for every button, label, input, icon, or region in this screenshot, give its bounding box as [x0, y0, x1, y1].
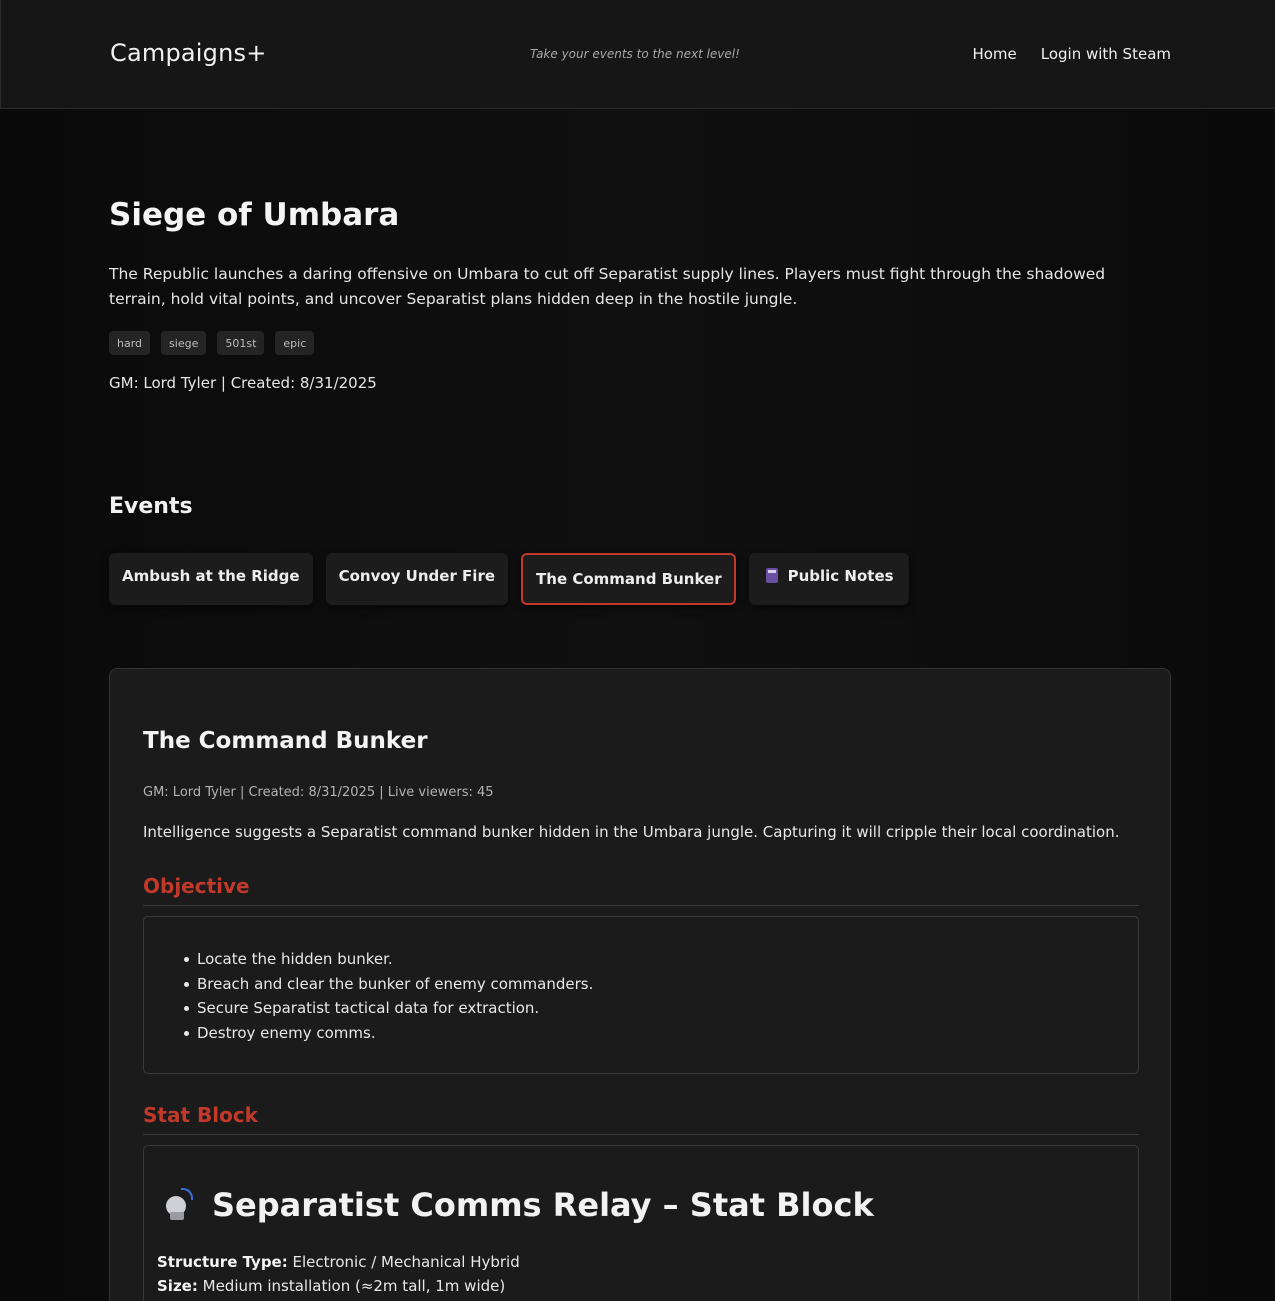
top-bar: Campaigns+ Take your events to the next …: [0, 0, 1275, 109]
objective-item: Locate the hidden bunker.: [183, 947, 593, 972]
objective-box: Locate the hidden bunker. Breach and cle…: [143, 916, 1139, 1074]
objective-item: Destroy enemy comms.: [183, 1021, 593, 1046]
event-meta: GM: Lord Tyler | Created: 8/31/2025 | Li…: [143, 785, 494, 800]
structure-type-value: Electronic / Mechanical Hybrid: [287, 1253, 520, 1271]
structure-type-label: Structure Type:: [157, 1253, 288, 1271]
tab-public-notes[interactable]: Public Notes: [748, 553, 909, 605]
tab-ambush-at-the-ridge[interactable]: Ambush at the Ridge: [109, 553, 313, 605]
campaign-tags: hard siege 501st epic: [109, 331, 315, 355]
objective-item: Secure Separatist tactical data for extr…: [183, 996, 593, 1021]
event-title: The Command Bunker: [143, 728, 428, 754]
size-value: Medium installation (≈2m tall, 1m wide): [197, 1277, 506, 1295]
tag-badge: 501st: [217, 331, 265, 355]
events-heading: Events: [109, 494, 193, 519]
event-detail-card: The Command Bunker GM: Lord Tyler | Crea…: [109, 668, 1171, 1301]
tag-badge: hard: [109, 331, 151, 355]
main-nav: Home Login with Steam: [972, 45, 1171, 63]
tab-label: The Command Bunker: [536, 570, 722, 588]
event-tabs: Ambush at the Ridge Convoy Under Fire Th…: [109, 553, 909, 605]
statblock-title: Separatist Comms Relay – Stat Block: [212, 1186, 874, 1224]
tab-label: Public Notes: [787, 567, 894, 585]
tagline: Take your events to the next level!: [530, 47, 740, 61]
objective-heading: Objective: [143, 874, 1139, 906]
notebook-icon: [765, 568, 778, 583]
structure-type-line: Structure Type: Electronic / Mechanical …: [157, 1253, 520, 1271]
campaign-title: Siege of Umbara: [109, 197, 400, 233]
campaign-meta: GM: Lord Tyler | Created: 8/31/2025: [109, 374, 377, 392]
statblock-title-row: Separatist Comms Relay – Stat Block: [162, 1186, 874, 1224]
size-line: Size: Medium installation (≈2m tall, 1m …: [157, 1277, 505, 1295]
event-description: Intelligence suggests a Separatist comma…: [143, 823, 1120, 841]
nav-login-steam-link[interactable]: Login with Steam: [1041, 45, 1171, 63]
campaign-description: The Republic launches a daring offensive…: [109, 265, 1106, 308]
nav-home-link[interactable]: Home: [972, 45, 1016, 63]
objective-item: Breach and clear the bunker of enemy com…: [183, 972, 593, 997]
tab-label: Ambush at the Ridge: [122, 567, 300, 585]
objective-list: Locate the hidden bunker. Breach and cle…: [183, 947, 593, 1046]
statblock-heading: Stat Block: [143, 1103, 1139, 1135]
satellite-dish-icon: [162, 1188, 196, 1222]
tag-badge: siege: [161, 331, 207, 355]
brand-logo[interactable]: Campaigns+: [110, 39, 267, 67]
tab-label: Convoy Under Fire: [338, 567, 496, 585]
tab-the-command-bunker[interactable]: The Command Bunker: [521, 553, 736, 605]
tag-badge: epic: [275, 331, 315, 355]
tab-convoy-under-fire[interactable]: Convoy Under Fire: [325, 553, 509, 605]
size-label: Size:: [157, 1277, 198, 1295]
statblock-box: Separatist Comms Relay – Stat Block Stru…: [143, 1145, 1139, 1301]
